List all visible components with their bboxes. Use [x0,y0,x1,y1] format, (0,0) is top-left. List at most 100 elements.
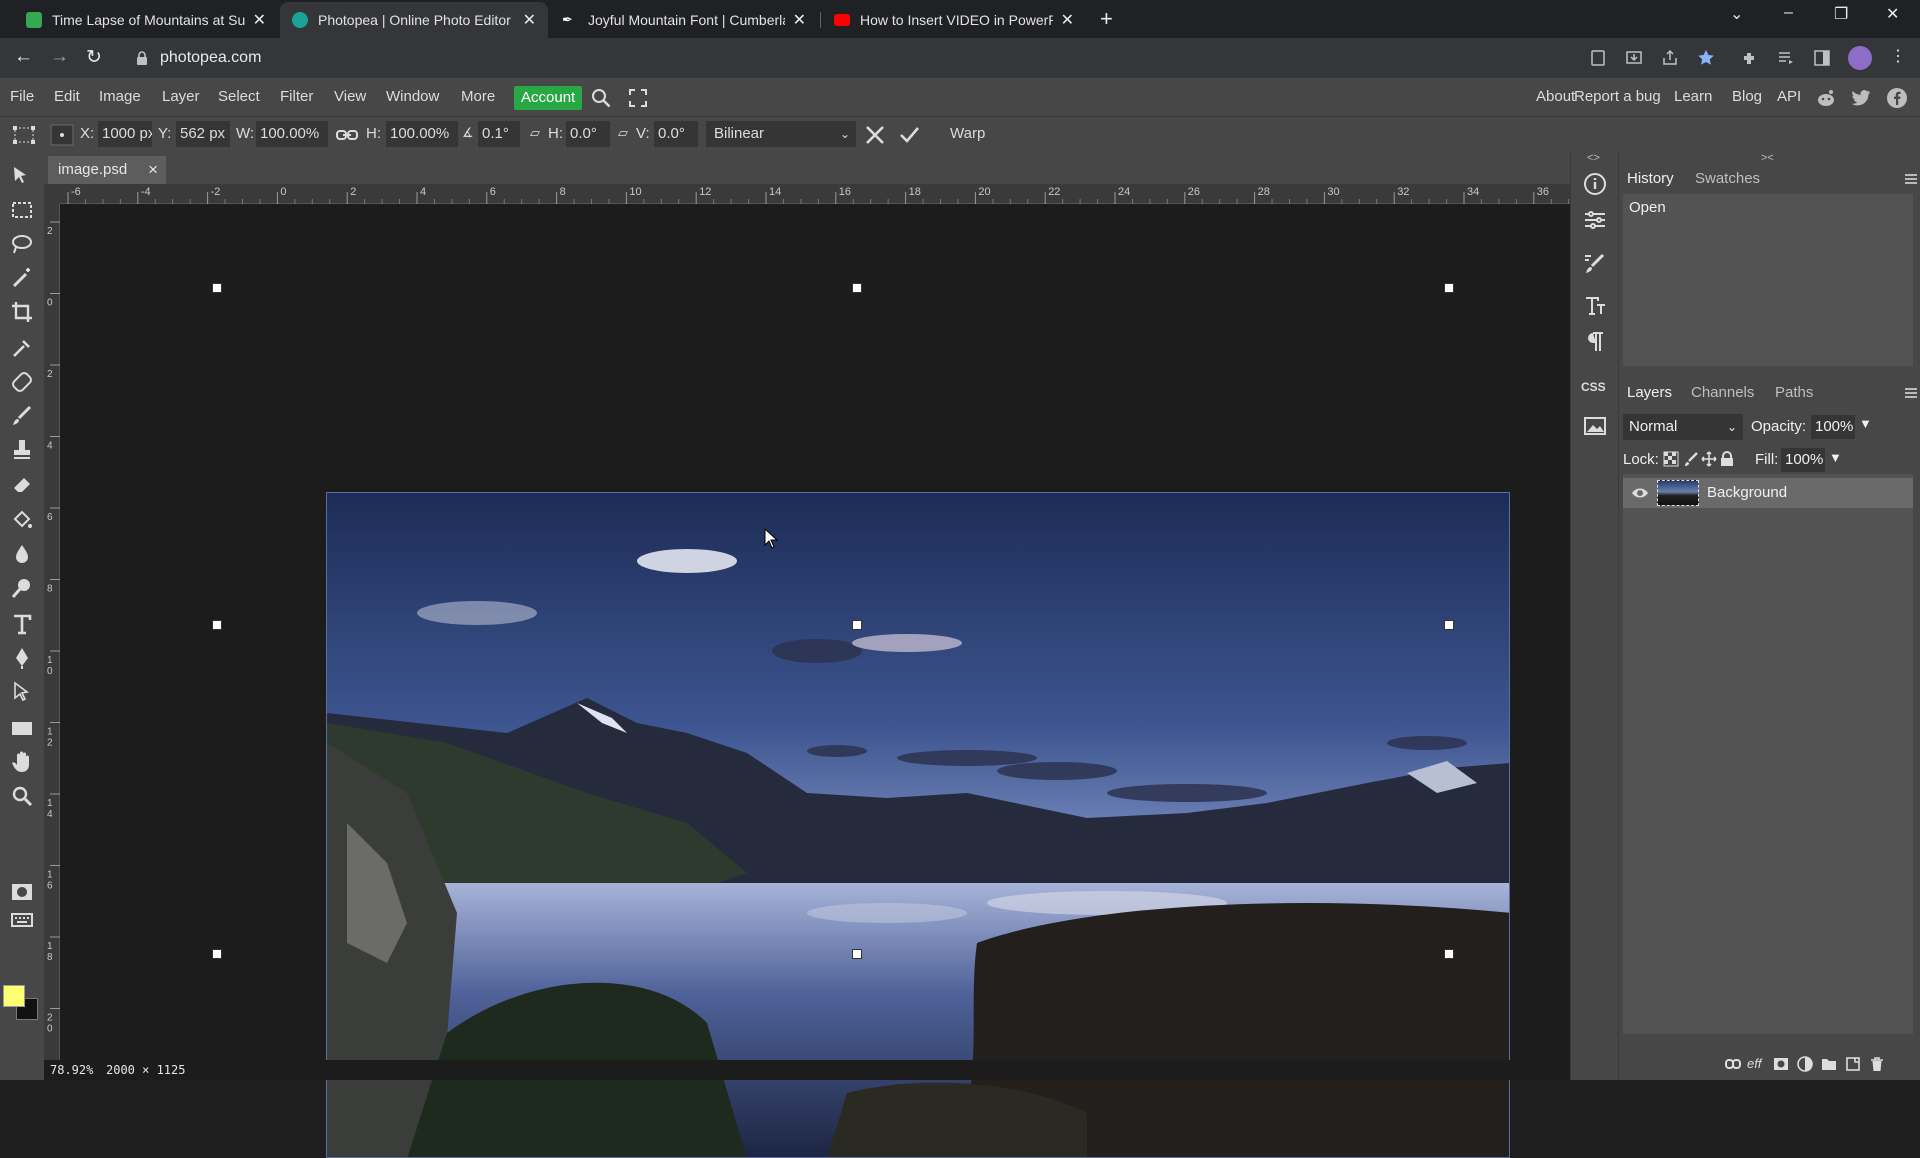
transform-handle-top-right[interactable] [1444,283,1454,293]
side-panel-icon[interactable] [1812,48,1832,68]
tab-swatches[interactable]: Swatches [1695,170,1760,187]
menu-window[interactable]: Window [386,88,439,105]
fill-input[interactable]: 100% [1781,448,1825,472]
menu-blog[interactable]: Blog [1732,88,1762,105]
transform-handle-bottom[interactable] [852,949,862,959]
new-group-icon[interactable] [1821,1056,1837,1072]
pen-tool-icon[interactable] [10,646,34,670]
layer-row-background[interactable]: Background [1623,478,1913,508]
browser-tab-youtube[interactable]: How to Insert VIDEO in PowerPoi ✕ [822,2,1086,38]
transform-handle-top[interactable] [852,283,862,293]
layer-mask-icon[interactable] [1773,1056,1789,1072]
lock-transparency-icon[interactable] [1663,451,1679,467]
clone-stamp-tool-icon[interactable] [10,438,34,462]
skew-h-input[interactable]: 0.0° [566,121,610,147]
delete-layer-icon[interactable] [1869,1056,1885,1072]
transform-tool-icon[interactable] [12,125,36,145]
transform-handle-bottom-left[interactable] [212,949,222,959]
search-icon[interactable] [590,87,612,109]
reddit-icon[interactable] [1815,87,1837,109]
fill-dropdown-icon[interactable]: ▼ [1829,450,1842,465]
x-input[interactable]: 1000 px [98,121,152,147]
close-tab-icon[interactable]: ✕ [523,10,536,30]
link-dimensions-icon[interactable] [336,128,358,142]
type-tool-icon[interactable] [10,612,34,636]
menu-about[interactable]: About [1536,88,1575,105]
menu-edit[interactable]: Edit [54,88,80,105]
menu-view[interactable]: View [334,88,366,105]
account-button[interactable]: Account [514,86,583,110]
tab-history[interactable]: History [1627,170,1674,187]
reference-point-icon[interactable] [50,124,74,146]
lock-pixels-icon[interactable] [1683,451,1699,467]
clipboard-icon[interactable] [1588,48,1608,68]
layer-effects-icon[interactable]: eff [1747,1056,1761,1071]
opacity-dropdown-icon[interactable]: ▼ [1859,416,1872,431]
lasso-tool-icon[interactable] [10,232,34,256]
lock-position-icon[interactable] [1701,451,1717,467]
keyboard-icon[interactable] [10,908,34,932]
css-panel-button[interactable]: CSS [1581,380,1606,394]
blur-tool-icon[interactable] [10,542,34,566]
adjustment-layer-icon[interactable] [1797,1056,1813,1072]
menu-select[interactable]: Select [218,88,260,105]
rectangle-tool-icon[interactable] [10,716,34,740]
tab-paths[interactable]: Paths [1775,384,1813,401]
layers-panel-menu-icon[interactable] [1905,388,1917,398]
cancel-transform-icon[interactable] [864,124,886,146]
brush-settings-icon[interactable] [1583,252,1607,276]
close-tab-icon[interactable]: ✕ [253,10,266,30]
skew-v-input[interactable]: 0.0° [654,121,698,147]
lock-all-icon[interactable] [1719,451,1735,467]
menu-more[interactable]: More [461,88,495,105]
height-input[interactable]: 100.00% [386,121,458,147]
back-icon[interactable]: ← [14,46,33,68]
document-image[interactable] [326,492,1510,1158]
character-icon[interactable] [1583,294,1607,318]
browser-tab-photopea[interactable]: Photopea | Online Photo Editor ✕ [280,2,548,38]
image-panel-icon[interactable] [1583,414,1607,438]
crop-tool-icon[interactable] [10,300,34,324]
angle-input[interactable]: 0.1° [478,121,520,147]
omnibox[interactable]: photopea.com [126,42,1556,74]
tab-search-icon[interactable]: ⌄ [1730,4,1743,24]
link-layers-icon[interactable] [1725,1056,1741,1072]
paint-bucket-tool-icon[interactable] [10,508,34,532]
browser-tab-time-lapse[interactable]: Time Lapse of Mountains at Suns ✕ [14,2,278,38]
bookmark-star-icon[interactable] [1696,48,1716,68]
media-queue-icon[interactable] [1776,48,1796,68]
layer-visibility-eye-icon[interactable] [1631,486,1649,500]
horizontal-ruler[interactable]: -6 -4 -2 0 2 4 6 8 10 12 14 16 18 20 22 24 26 28 30 32 34 36 [60,184,1570,204]
history-item-open[interactable]: Open [1629,199,1666,216]
transform-handle-right[interactable] [1444,620,1454,630]
eraser-tool-icon[interactable] [10,472,34,496]
path-selection-tool-icon[interactable] [10,680,34,704]
quick-mask-icon[interactable] [10,880,34,904]
facebook-icon[interactable] [1886,87,1908,109]
twitter-icon[interactable] [1850,87,1872,109]
transform-handle-left[interactable] [212,620,222,630]
warp-button[interactable]: Warp [950,125,985,142]
paragraph-icon[interactable] [1583,330,1607,354]
interpolation-select[interactable]: Bilinear ⌄ [706,121,856,147]
foreground-color-swatch[interactable] [3,985,25,1007]
close-document-icon[interactable]: × [148,156,158,184]
menu-report-bug[interactable]: Report a bug [1574,88,1661,105]
share-icon[interactable] [1660,48,1680,68]
close-window-icon[interactable]: ✕ [1886,4,1899,24]
new-tab-button[interactable]: + [1100,6,1113,32]
healing-brush-tool-icon[interactable] [10,370,34,394]
browser-tab-joyful-mountain[interactable]: ✒ Joyful Mountain Font | Cumberla ✕ [550,2,818,38]
info-icon[interactable] [1583,172,1607,196]
close-tab-icon[interactable]: ✕ [1061,10,1074,30]
minimize-icon[interactable]: – [1784,4,1793,22]
document-tab[interactable]: image.psd × [48,156,166,184]
width-input[interactable]: 100.00% [256,121,328,147]
eyedropper-tool-icon[interactable] [10,336,34,360]
brush-tool-icon[interactable] [10,404,34,428]
close-tab-icon[interactable]: ✕ [793,10,806,30]
new-layer-icon[interactable] [1845,1056,1861,1072]
menu-image[interactable]: Image [99,88,141,105]
forward-icon[interactable]: → [50,46,69,68]
blend-mode-select[interactable]: Normal ⌄ [1623,414,1743,440]
